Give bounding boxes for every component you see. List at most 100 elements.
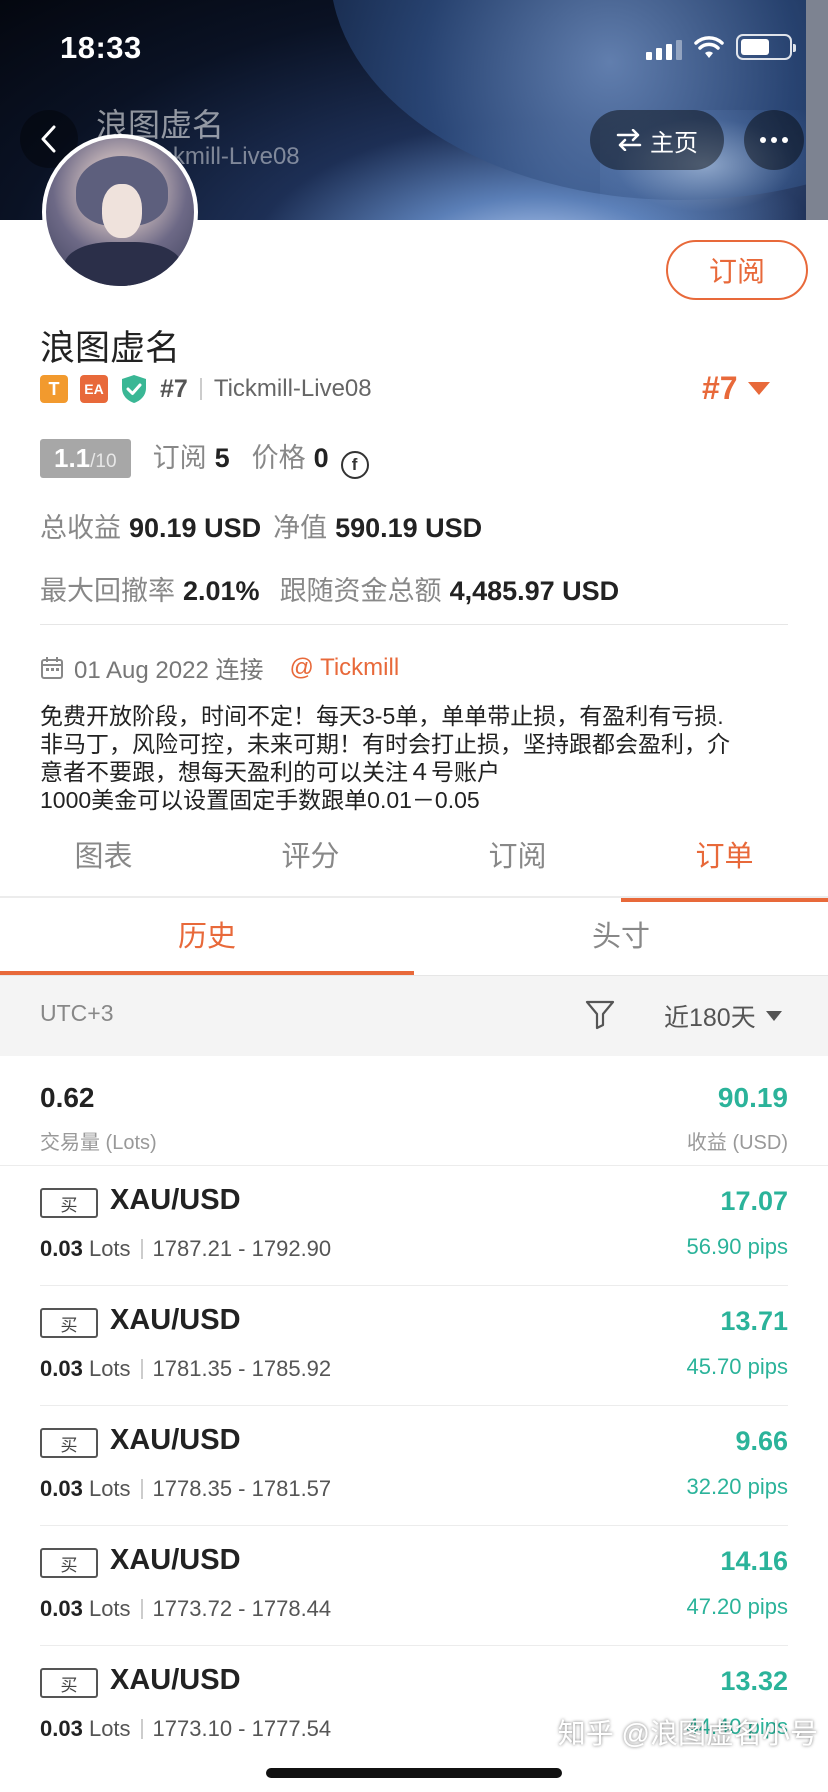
tab-rating[interactable]: 评分 xyxy=(207,826,414,896)
order-pips: 45.70 pips xyxy=(686,1354,788,1379)
order-price-range: 1787.21 - 1792.90 xyxy=(152,1236,332,1261)
more-button[interactable] xyxy=(744,110,804,170)
order-lots: 0.03 xyxy=(40,1236,83,1261)
tab-positions[interactable]: 头寸 xyxy=(414,898,828,975)
total-profit-label: 收益 (USD) xyxy=(686,1132,788,1154)
price-value: 0 xyxy=(313,443,329,473)
order-lots: 0.03 xyxy=(40,1356,83,1381)
filter-icon[interactable] xyxy=(584,998,616,1030)
drawdown-value: 2.01% xyxy=(183,576,260,606)
order-price-range: 1778.35 - 1781.57 xyxy=(152,1476,332,1501)
total-profit: 90.19 xyxy=(717,1082,788,1113)
wifi-icon xyxy=(694,36,724,58)
trader-tags: T EA #7 Tickmill-Live08 xyxy=(40,373,372,405)
order-symbol: XAU/USD xyxy=(110,1424,241,1456)
total-profit-value: 90.19 USD xyxy=(129,513,262,543)
order-price-range: 1773.10 - 1777.54 xyxy=(152,1716,332,1741)
equity-value: 590.19 USD xyxy=(335,513,483,543)
status-time: 18:33 xyxy=(60,30,142,65)
order-profit: 13.32 xyxy=(720,1666,788,1696)
rank-small: #7 xyxy=(160,374,188,403)
orders-summary: 0.62 交易量 (Lots) 90.19 收益 (USD) xyxy=(0,1056,828,1166)
order-profit: 13.71 xyxy=(720,1306,788,1336)
divider xyxy=(199,378,202,400)
order-lots-unit: Lots xyxy=(88,1236,131,1261)
battery-icon xyxy=(736,34,796,60)
order-lots: 0.03 xyxy=(40,1476,83,1501)
order-price-range: 1773.72 - 1778.44 xyxy=(152,1596,332,1621)
order-symbol: XAU/USD xyxy=(110,1664,241,1696)
badge-ea: EA xyxy=(80,375,108,403)
order-row[interactable]: 买 XAU/USD 0.03 Lots 1773.72 - 1778.44 14… xyxy=(0,1526,828,1646)
total-lots-label: 交易量 (Lots) xyxy=(40,1132,157,1154)
subs-value: 5 xyxy=(214,443,230,473)
broker-account: Tickmill-Live08 xyxy=(213,375,372,402)
more-dots-icon xyxy=(760,137,766,143)
tab-history[interactable]: 历史 xyxy=(0,898,414,975)
tab-orders[interactable]: 订单 xyxy=(621,826,828,902)
score-max: /10 xyxy=(90,451,117,472)
order-row[interactable]: 买 XAU/USD 0.03 Lots 1787.21 - 1792.90 17… xyxy=(0,1166,828,1286)
divider xyxy=(140,1359,143,1379)
order-pips: 47.20 pips xyxy=(686,1594,788,1619)
order-side-badge: 买 xyxy=(40,1188,98,1218)
order-lots: 0.03 xyxy=(40,1596,83,1621)
home-indicator[interactable] xyxy=(266,1768,562,1778)
divider xyxy=(140,1719,143,1739)
rank-dropdown[interactable]: #7 xyxy=(702,370,770,407)
order-side-badge: 买 xyxy=(40,1428,98,1458)
divider xyxy=(140,1599,143,1619)
calendar-icon xyxy=(41,656,63,679)
banner-edge xyxy=(806,0,828,220)
watermark: 知乎 @浪图虚名小号 xyxy=(557,1718,818,1749)
order-details: 0.03 Lots 1778.35 - 1781.57 xyxy=(40,1476,331,1502)
order-details: 0.03 Lots 1773.72 - 1778.44 xyxy=(40,1596,331,1622)
order-pips: 56.90 pips xyxy=(686,1234,788,1259)
score-value: 1.1 xyxy=(54,443,91,473)
description-line: 免费开放阶段，时间不定！每天3-5单，单单带止损，有盈利有亏损. xyxy=(40,703,724,729)
range-dropdown[interactable]: 近180天 xyxy=(664,998,782,1034)
chevron-left-icon xyxy=(41,125,56,153)
tab-subscribe[interactable]: 订阅 xyxy=(414,826,621,896)
order-symbol: XAU/USD xyxy=(110,1304,241,1336)
description-line: 非马丁，风险可控，未来可期！有时会打止损，坚持跟都会盈利，介 xyxy=(40,731,730,757)
avatar[interactable] xyxy=(42,134,198,290)
price-label: 价格 xyxy=(251,443,306,473)
order-price-range: 1781.35 - 1785.92 xyxy=(152,1356,332,1381)
order-symbol: XAU/USD xyxy=(110,1184,241,1216)
description-line: 1000美金可以设置固定手数跟单0.01－0.05 xyxy=(40,787,480,813)
connected-date: 01 Aug 2022 连接 xyxy=(74,657,264,684)
order-row[interactable]: 买 XAU/USD 0.03 Lots 1778.35 - 1781.57 9.… xyxy=(0,1406,828,1526)
order-lots-unit: Lots xyxy=(88,1356,131,1381)
divider xyxy=(140,1239,143,1259)
order-row[interactable]: 买 XAU/USD 0.03 Lots 1781.35 - 1785.92 13… xyxy=(0,1286,828,1406)
order-profit: 14.16 xyxy=(720,1546,788,1576)
order-lots-unit: Lots xyxy=(88,1716,131,1741)
follow-funds-value: 4,485.97 USD xyxy=(449,576,620,606)
divider xyxy=(140,1479,143,1499)
broker-link[interactable]: @ Tickmill xyxy=(289,654,399,682)
order-side-badge: 买 xyxy=(40,1668,98,1698)
home-button-label: 主页 xyxy=(650,129,698,157)
total-profit-label: 总收益 xyxy=(40,513,121,543)
tab-chart[interactable]: 图表 xyxy=(0,826,207,896)
order-lots-unit: Lots xyxy=(88,1476,131,1501)
follow-funds-label: 跟随资金总额 xyxy=(279,576,442,606)
total-lots: 0.62 xyxy=(40,1082,95,1113)
order-side-badge: 买 xyxy=(40,1548,98,1578)
subs-label: 订阅 xyxy=(152,443,207,473)
description-line: 意者不要跟，想每天盈利的可以关注４号账户 xyxy=(40,759,500,785)
caret-down-icon xyxy=(747,382,770,395)
order-symbol: XAU/USD xyxy=(110,1544,241,1576)
equity-label: 净值 xyxy=(273,513,328,543)
drawdown-label: 最大回撤率 xyxy=(40,576,175,606)
order-details: 0.03 Lots 1787.21 - 1792.90 xyxy=(40,1236,331,1262)
status-icons xyxy=(646,34,796,60)
coin-icon: f xyxy=(340,451,369,479)
subscribe-button[interactable]: 订阅 xyxy=(666,240,808,300)
home-button[interactable]: 主页 xyxy=(590,110,724,170)
score-badge: 1.1/10 xyxy=(40,439,131,478)
score-row: 1.1/10 订阅 5 价格 0 f xyxy=(40,436,369,479)
timezone-label: UTC+3 xyxy=(40,1000,114,1026)
connection-meta: 01 Aug 2022 连接 @ Tickmill xyxy=(40,650,399,685)
